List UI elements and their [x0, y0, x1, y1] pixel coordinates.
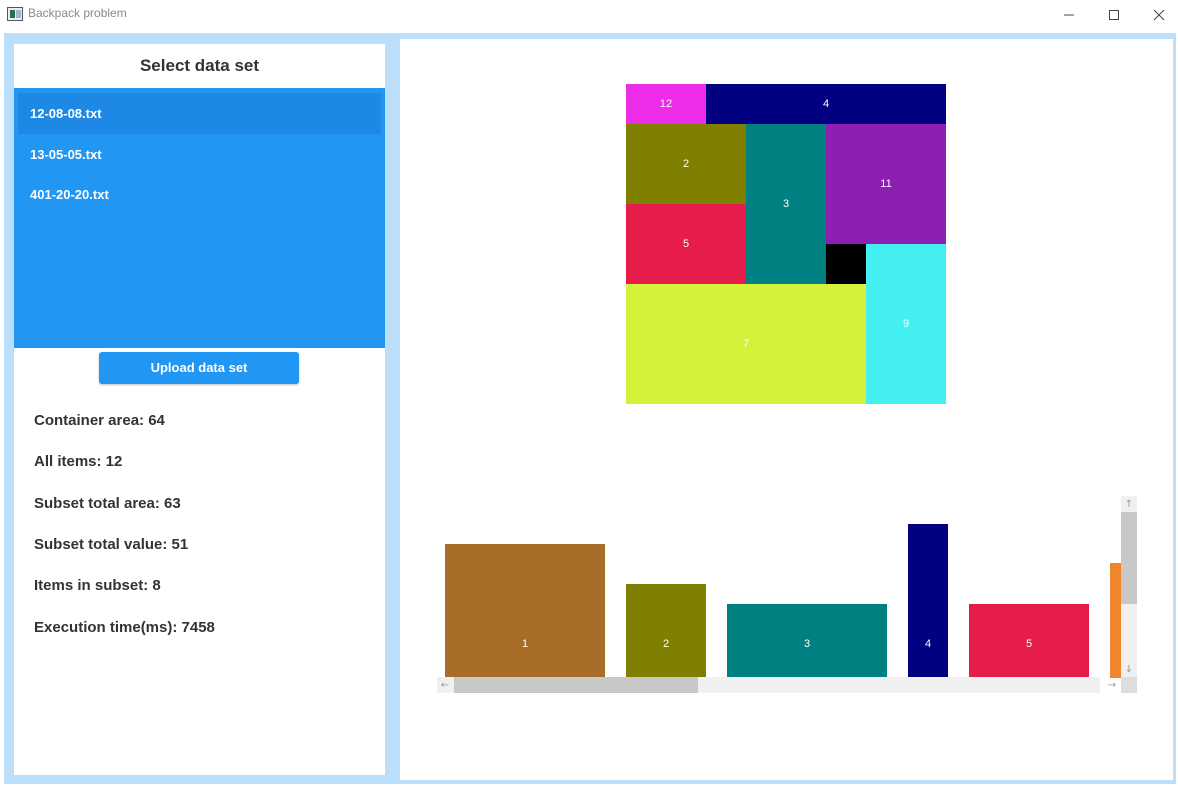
container-item-12: 12	[626, 84, 706, 124]
maximize-button[interactable]	[1091, 0, 1137, 30]
item-rect-3: 3	[727, 604, 887, 678]
close-icon	[1153, 9, 1165, 21]
item-rect-4: 4	[908, 524, 948, 678]
container-item-11: 11	[826, 124, 946, 244]
minimize-icon	[1064, 14, 1074, 16]
container-item-2: 2	[626, 124, 746, 204]
scroll-down-arrow-icon[interactable]: ↓	[1121, 661, 1137, 677]
minimize-button[interactable]	[1046, 0, 1092, 30]
maximize-icon	[1109, 10, 1119, 20]
file-list-item[interactable]: 13-05-05.txt	[18, 134, 381, 175]
file-list-item[interactable]: 12-08-08.txt	[18, 93, 381, 134]
container-item-4: 4	[706, 84, 946, 124]
upload-data-set-button[interactable]: Upload data set	[99, 352, 299, 384]
subset-total-value-stat: Subset total value: 51	[34, 536, 189, 553]
vertical-scrollbar-thumb[interactable]	[1121, 512, 1137, 604]
execution-time-stat: Execution time(ms): 7458	[34, 619, 215, 636]
container-empty-cell	[826, 244, 866, 284]
close-button[interactable]	[1136, 0, 1178, 30]
scrollbar-corner	[1121, 677, 1137, 693]
item-rect-5: 5	[969, 604, 1089, 678]
item-rect-1: 1	[445, 544, 605, 678]
all-items-stat: All items: 12	[34, 453, 123, 470]
container-item-5: 5	[626, 204, 746, 284]
app-icon	[7, 7, 23, 21]
container-item-7: 7	[626, 284, 866, 404]
scroll-left-arrow-icon[interactable]: ←	[437, 677, 453, 693]
container-item-9: 9	[866, 244, 946, 404]
file-list-item[interactable]: 401-20-20.txt	[18, 174, 381, 215]
container-area-stat: Container area: 64	[34, 412, 165, 429]
scroll-up-arrow-icon[interactable]: ↑	[1121, 496, 1137, 512]
window-title: Backpack problem	[28, 6, 127, 20]
item-rect-2: 2	[626, 584, 706, 678]
file-list[interactable]: 12-08-08.txt 13-05-05.txt 401-20-20.txt	[14, 88, 385, 348]
container-item-3: 3	[746, 124, 826, 284]
subset-total-area-stat: Subset total area: 63	[34, 495, 181, 512]
item-rect-partial	[1110, 563, 1121, 678]
title-bar: Backpack problem	[0, 0, 1178, 30]
scroll-right-arrow-icon[interactable]: →	[1104, 677, 1120, 693]
data-set-panel: Select data set 12-08-08.txt 13-05-05.tx…	[14, 44, 385, 775]
panel-title: Select data set	[139, 56, 260, 75]
horizontal-scrollbar-thumb[interactable]	[454, 677, 698, 693]
items-in-subset-stat: Items in subset: 8	[34, 577, 161, 594]
visualization-panel: 12 4 2 3 11 5 7 9 12345 ↑ ↓ ← →	[400, 39, 1173, 780]
